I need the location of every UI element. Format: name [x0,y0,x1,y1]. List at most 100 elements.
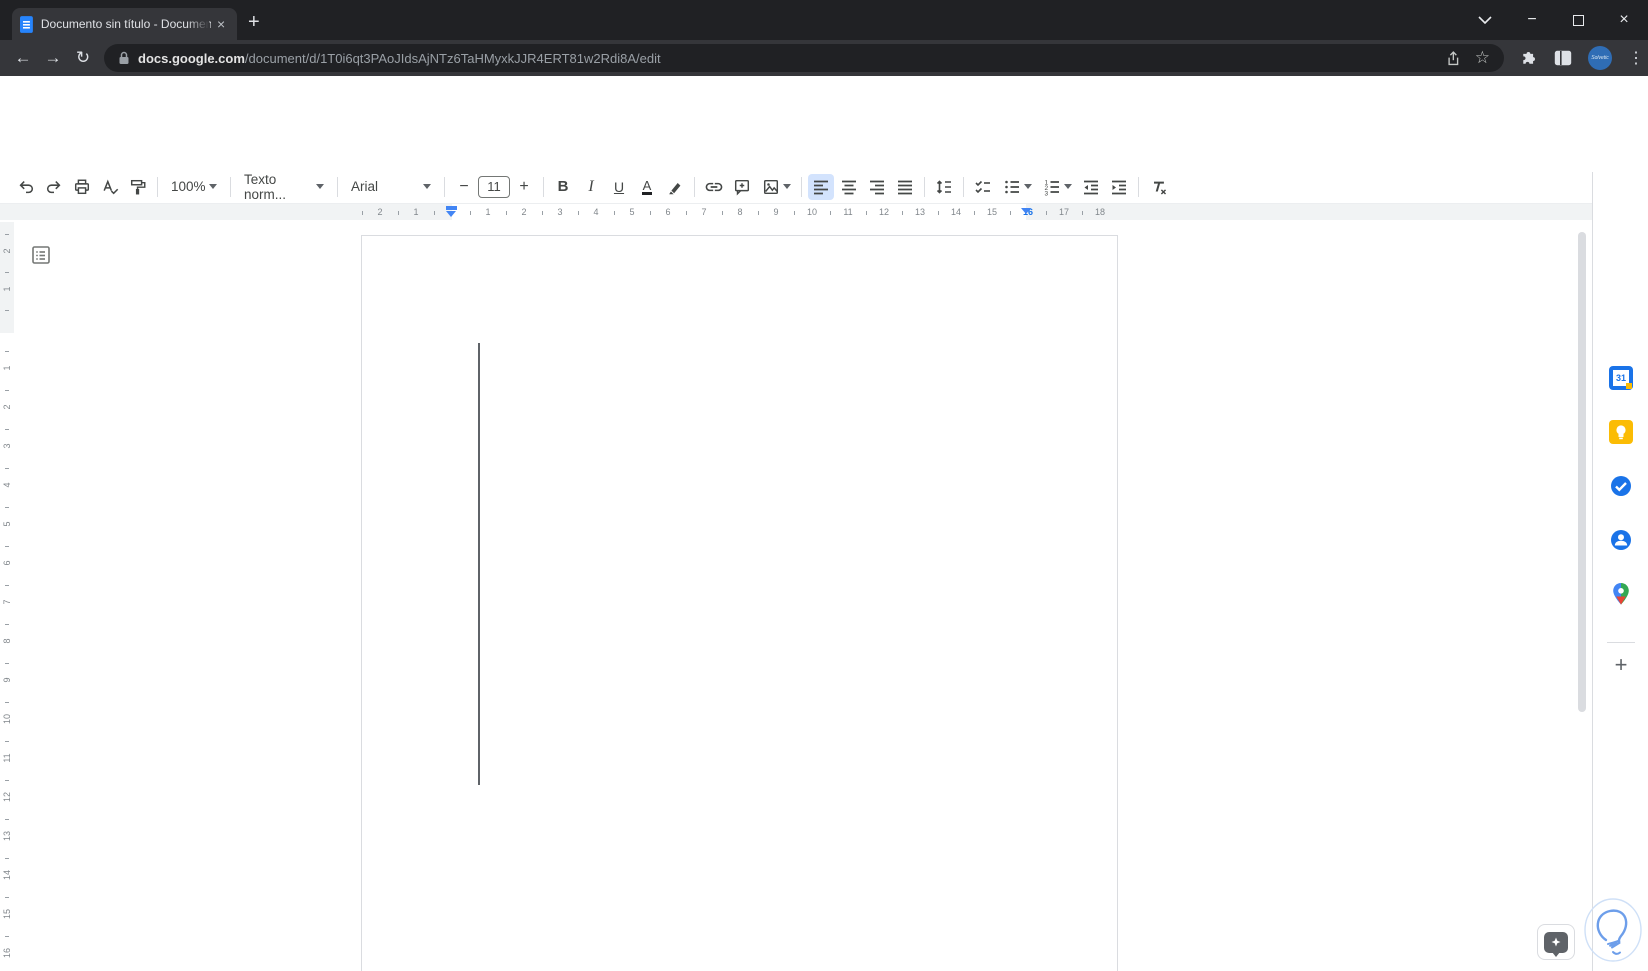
decrease-font-size-button[interactable]: − [451,174,477,200]
ruler-number: 6 [2,560,12,566]
browser-tab[interactable]: Documento sin título - Documen × [12,8,237,40]
increase-indent-button[interactable] [1106,174,1132,200]
url-text: docs.google.com/document/d/1T0i6qt3PAoJI… [138,51,1430,66]
font-size-input[interactable]: 11 [478,175,510,198]
ruler-number: 2 [2,404,12,410]
horizontal-ruler[interactable]: 2 1 1 2 3 4 5 6 7 8 9 10 11 12 13 14 15 16 17 18 [0,203,1592,221]
decrease-indent-button[interactable] [1078,174,1104,200]
right-indent-marker[interactable] [1021,208,1031,214]
zoom-value: 100% [171,179,206,194]
clear-formatting-button[interactable] [1145,174,1171,200]
window-maximize-button[interactable] [1555,0,1601,40]
align-right-button[interactable] [864,174,890,200]
ruler-number: 2 [377,207,383,217]
print-button[interactable] [69,174,95,200]
ruler-number: 3 [2,443,12,449]
tab-close-icon[interactable]: × [213,16,229,32]
browser-menu-kebab-icon[interactable]: ⋮ [1628,48,1644,68]
insert-image-button[interactable] [757,174,795,200]
extensions-icon[interactable] [1520,49,1538,67]
redo-button[interactable] [41,174,67,200]
new-tab-button[interactable]: + [248,12,260,32]
font-select[interactable]: Arial [343,174,439,200]
document-vertical-line [478,343,480,785]
undo-button[interactable] [13,174,39,200]
document-page[interactable] [361,235,1118,971]
ruler-number: 9 [773,207,779,217]
url-path: /document/d/1T0i6qt3PAoJIdsAjNTz6TaHMyxk… [244,50,661,66]
ruler-number: 3 [557,207,563,217]
align-left-button[interactable] [808,173,834,200]
toolbar: 100% Texto norm... Arial − 11 + B I U A [0,170,1592,370]
bookmark-star-icon[interactable]: ☆ [1475,48,1490,68]
numbered-list-caret-icon [1063,184,1072,189]
document-scrollbar[interactable] [1578,232,1586,712]
google-tasks-icon[interactable] [1609,474,1633,498]
indent-marker[interactable] [446,206,457,217]
ruler-number: 6 [665,207,671,217]
browser-avatar[interactable]: Solvetic [1588,46,1612,70]
highlight-color-button[interactable] [662,174,688,200]
tab-title: Documento sin título - Documen [40,17,212,31]
ruler-number: 7 [701,207,707,217]
align-center-button[interactable] [836,174,862,200]
add-apps-button[interactable]: + [1609,652,1633,677]
ruler-number: 4 [2,482,12,488]
ruler-number: 13 [2,831,12,842]
ruler-number: 12 [878,207,890,217]
docs-header: Documento sin título ☆ Guardado en Drive… [0,76,1648,239]
google-maps-icon[interactable] [1609,582,1633,606]
insert-link-button[interactable] [701,174,727,200]
ruler-number: 11 [843,207,853,217]
justify-button[interactable] [892,174,918,200]
ruler-number: 8 [737,207,743,217]
ruler-number: 11 [2,753,12,763]
address-bar[interactable]: docs.google.com/document/d/1T0i6qt3PAoJI… [104,44,1504,72]
italic-button[interactable]: I [578,174,604,200]
paragraph-style-select[interactable]: Texto norm... [236,172,332,202]
line-spacing-button[interactable] [931,174,957,200]
bulleted-list-caret-icon [1023,184,1032,189]
ruler-number: 14 [950,207,962,217]
ruler-number: 16 [2,948,12,959]
lightbulb-watermark-icon [1582,896,1644,969]
ruler-number: 12 [2,792,12,803]
google-calendar-icon[interactable]: 31 [1609,366,1633,390]
google-contacts-icon[interactable] [1609,528,1633,552]
ruler-number: 8 [2,638,12,644]
forward-button[interactable]: → [38,48,68,68]
explore-button[interactable] [1537,924,1575,960]
vertical-ruler[interactable]: 2 1 1 2 3 4 5 6 7 8 9 10 11 12 13 14 15 16 [0,220,14,971]
reload-button[interactable]: ↻ [68,48,98,68]
add-comment-button[interactable] [729,174,755,200]
increase-font-size-button[interactable]: + [511,174,537,200]
window-chevron-icon[interactable] [1462,0,1508,40]
window-close-button[interactable]: × [1601,0,1647,40]
text-color-button[interactable]: A [634,174,660,200]
ruler-number: 14 [2,870,12,881]
ruler-number: 10 [2,714,12,725]
tab-title-fade [187,14,209,36]
svg-text:3: 3 [1044,190,1048,196]
ruler-number: 1 [2,365,12,371]
share-page-icon[interactable] [1444,50,1461,67]
bulleted-list-button[interactable] [998,174,1036,200]
numbered-list-button[interactable]: 123 [1038,174,1076,200]
image-caret-icon [782,184,791,189]
google-keep-icon[interactable] [1609,420,1633,444]
document-outline-button[interactable] [28,242,54,268]
side-panel-icon[interactable] [1554,50,1572,66]
checklist-button[interactable] [970,174,996,200]
ruler-number: 15 [2,909,12,920]
bold-button[interactable]: B [550,174,576,200]
ruler-number: 7 [2,599,12,605]
window-minimize-button[interactable]: − [1509,0,1555,40]
ruler-number: 10 [806,207,818,217]
ruler-number: 1 [413,207,419,217]
zoom-select[interactable]: 100% [163,174,225,200]
back-button[interactable]: ← [8,48,38,68]
paint-format-button[interactable] [125,174,151,200]
underline-button[interactable]: U [606,174,632,200]
ruler-number: 5 [629,207,635,217]
spelling-check-button[interactable] [97,174,123,200]
